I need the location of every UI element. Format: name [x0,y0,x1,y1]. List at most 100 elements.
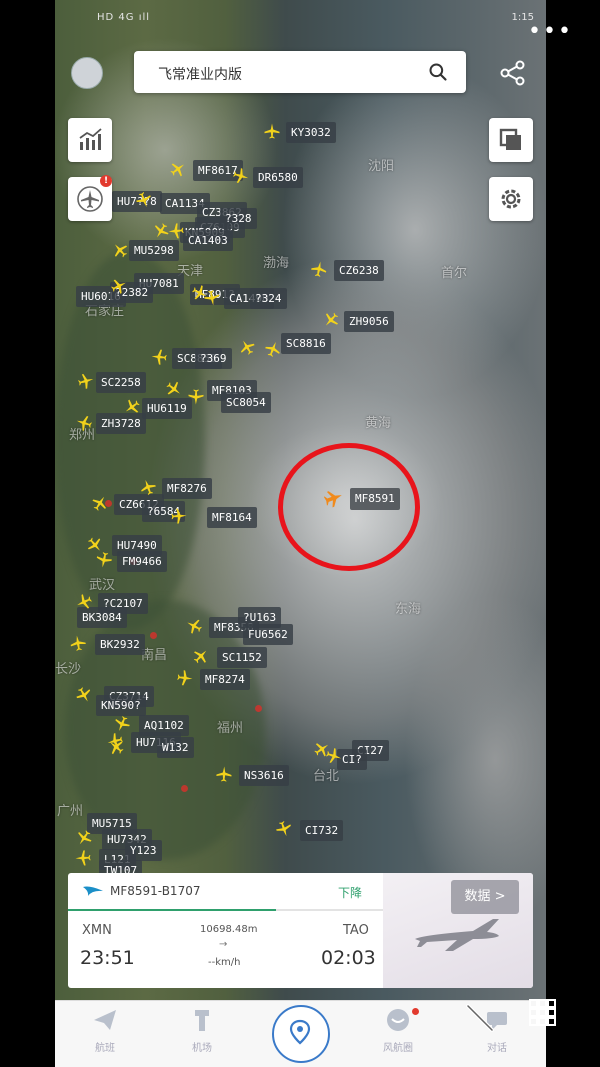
alert-badge: ! [100,175,112,187]
plane-marker-icon[interactable] [75,829,93,847]
map-view[interactable]: 沈阳 渤海 天津 石家庄 郑州 武汉 长沙 南昌 福州 台北 广州 黄海 东海 … [55,0,546,1000]
city-label: 渤海 [263,256,290,271]
plane-marker-icon[interactable] [215,765,233,783]
plane-marker-icon[interactable] [135,191,153,209]
search-bar[interactable]: 飞常准业内版 [134,51,466,93]
plane-marker-icon[interactable] [150,348,168,366]
plane-marker-icon[interactable] [322,311,340,329]
plane-marker-icon[interactable] [310,260,328,278]
flight-label[interactable]: NS3616 [239,765,289,786]
flight-label[interactable]: W132 [157,737,194,758]
plane-marker-icon[interactable] [203,289,221,307]
flight-label[interactable]: ?324 [250,288,287,309]
city-label: 广州 [57,804,84,819]
nav-circle[interactable]: 风航圈 [363,1007,433,1054]
plane-marker-icon[interactable] [263,122,281,140]
settings-button[interactable] [489,177,533,221]
nav-label: 对话 [487,1043,507,1054]
data-button[interactable]: 数据 > [451,880,519,914]
progress-bar [68,909,276,911]
plane-marker-icon[interactable] [238,338,256,356]
flight-label[interactable]: KN590? [96,695,146,716]
card-flight-number: MF8591-B1707 [110,884,201,898]
flight-label[interactable]: MF8164 [207,507,257,528]
flight-label[interactable]: BK2932 [95,634,145,655]
nav-flights[interactable]: 航班 [70,1007,140,1054]
layers-button[interactable] [489,118,533,162]
avatar[interactable] [71,57,103,89]
plane-marker-icon[interactable] [176,669,194,687]
card-header: MF8591-B1707 下降 [68,873,383,909]
magic-wand-icon[interactable] [460,998,500,1038]
flight-label[interactable]: KY3032 [286,122,336,143]
selected-flight-label[interactable]: MF8591 [350,488,400,510]
plane-marker-icon[interactable] [185,617,203,635]
plane-marker-icon[interactable] [110,277,128,295]
arrow-icon: → [219,939,228,950]
nav-airports[interactable]: 机场 [167,1007,237,1054]
plane-marker-icon[interactable] [111,241,129,259]
city-label: 黄海 [365,416,392,431]
airline-logo-icon [83,886,103,896]
flight-label[interactable]: MU5298 [129,240,179,261]
flight-label[interactable]: SC1152 [217,647,267,668]
flight-label[interactable]: Y123 [125,840,162,861]
plane-marker-icon[interactable] [113,715,131,733]
flight-label[interactable]: ?369 [195,348,232,369]
city-label: 武汉 [89,578,116,593]
plane-marker-icon[interactable] [75,593,93,611]
plane-marker-icon[interactable] [75,686,93,704]
flight-label[interactable]: SC8054 [221,392,271,413]
plane-marker-icon[interactable] [264,340,282,358]
plane-marker-icon[interactable] [69,634,87,652]
plane-marker-icon[interactable] [95,551,113,569]
plane-marker-icon[interactable] [75,414,93,432]
flight-label[interactable]: FM9466 [117,551,167,572]
plane-marker-icon[interactable] [107,738,125,756]
nav-label: 航班 [95,1043,115,1054]
statistics-button[interactable] [68,118,112,162]
nav-map-button[interactable] [272,1005,330,1063]
plane-marker-icon[interactable] [187,388,205,406]
plane-marker-icon[interactable] [167,222,185,240]
flight-label[interactable]: ZH9056 [344,311,394,332]
airport-dot [255,705,262,712]
chart-icon [79,128,102,150]
plane-marker-icon[interactable] [169,160,187,178]
flight-label[interactable]: ?328 [220,208,257,229]
flight-label[interactable]: SC8816 [281,333,331,354]
flight-label[interactable]: ZH3728 [96,413,146,434]
flight-label[interactable]: DR6580 [253,167,303,188]
flight-label[interactable]: HU6119 [142,398,192,419]
search-icon[interactable] [428,62,448,82]
flight-alert-button[interactable]: ! [68,175,112,221]
flight-label[interactable]: MF8276 [162,478,212,499]
plane-marker-icon[interactable] [232,167,250,185]
plane-marker-icon[interactable] [91,494,109,512]
city-label: 东海 [395,602,422,617]
flight-label[interactable]: CA1403 [183,230,233,251]
search-input[interactable]: 飞常准业内版 [158,64,242,84]
flight-label[interactable]: CZ6238 [334,260,384,281]
city-label: 南昌 [141,648,168,663]
flight-label[interactable]: FU6562 [243,624,293,645]
plane-marker-icon[interactable] [139,478,157,496]
plane-marker-icon[interactable] [165,380,183,398]
plane-marker-icon[interactable] [275,820,293,838]
plane-marker-icon[interactable] [170,507,188,525]
selected-plane-icon[interactable] [323,487,345,509]
flight-label[interactable]: CI732 [300,820,344,841]
plane-marker-icon[interactable] [192,647,210,665]
flight-label[interactable]: MU5715 [87,813,137,834]
plane-marker-icon[interactable] [123,398,141,416]
grid-icon[interactable] [528,998,558,1028]
more-options-icon[interactable]: ••• [528,21,573,43]
flight-label[interactable]: MF8274 [200,669,250,690]
flight-label[interactable]: SC2258 [96,372,146,393]
plane-marker-icon[interactable] [77,372,95,390]
share-icon[interactable] [498,58,528,88]
city-label: 台北 [313,769,340,784]
plane-marker-icon[interactable] [74,849,92,867]
city-label: 长沙 [55,662,82,677]
plane-marker-icon[interactable] [325,747,343,765]
